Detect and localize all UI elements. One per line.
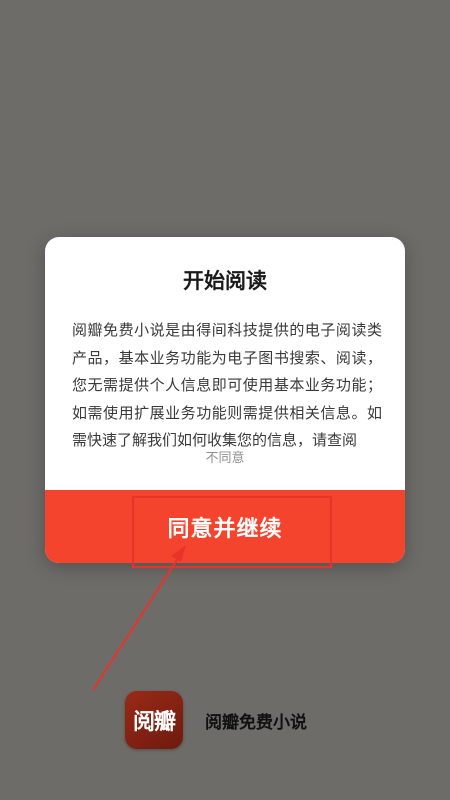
dialog-title: 开始阅读 xyxy=(183,269,267,293)
dialog-body-text: 阅瓣免费小说是由得间科技提供的电子阅读类产品，基本业务功能为电子图书搜索、阅读，… xyxy=(72,321,382,449)
agree-and-continue-button[interactable]: 同意并继续 xyxy=(45,490,405,563)
consent-dialog: 开始阅读 阅瓣免费小说是由得间科技提供的电子阅读类产品，基本业务功能为电子图书搜… xyxy=(45,237,405,563)
app-logo: 阅瓣 xyxy=(125,691,183,749)
decline-button[interactable]: 不同意 xyxy=(45,449,405,469)
brand-footer: 阅瓣 阅瓣免费小说 xyxy=(125,690,307,750)
app-name: 阅瓣免费小说 xyxy=(205,712,307,733)
